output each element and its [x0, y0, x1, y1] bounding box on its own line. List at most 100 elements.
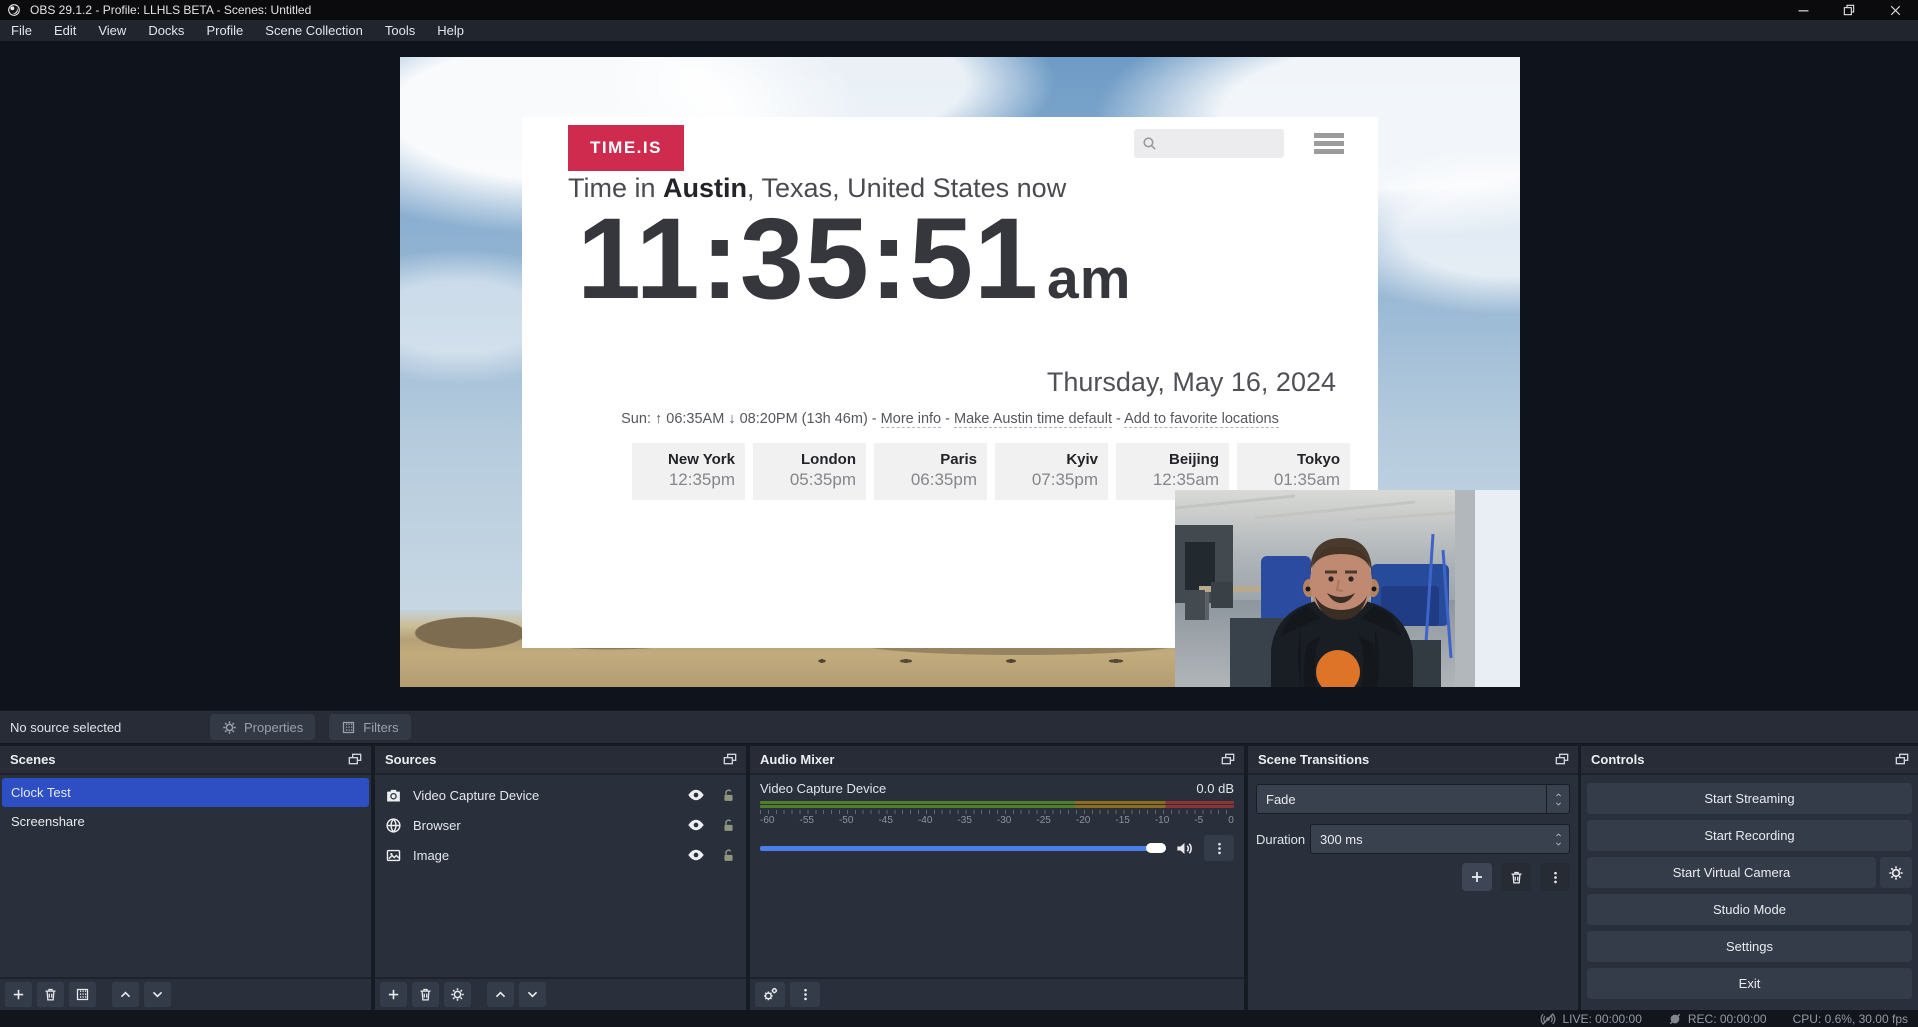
- start-virtual-camera-button[interactable]: Start Virtual Camera: [1587, 857, 1876, 888]
- source-properties-button[interactable]: [444, 982, 471, 1007]
- mixer-channel-menu-button[interactable]: [1204, 835, 1234, 861]
- menu-tools[interactable]: Tools: [374, 20, 426, 41]
- popout-icon[interactable]: [1894, 752, 1910, 768]
- eye-icon[interactable]: [687, 846, 705, 864]
- menu-view[interactable]: View: [87, 20, 137, 41]
- timeis-search-box: [1134, 129, 1284, 158]
- chevron-up-icon: [493, 987, 508, 1002]
- timeis-date: Thursday, May 16, 2024: [1047, 367, 1336, 398]
- vu-meter-ticks: [760, 810, 1234, 814]
- start-recording-button[interactable]: Start Recording: [1587, 820, 1912, 851]
- remove-scene-button[interactable]: [37, 982, 64, 1007]
- popout-icon[interactable]: [722, 752, 738, 768]
- source-row-image[interactable]: Image: [375, 840, 746, 870]
- lock-icon[interactable]: [721, 818, 736, 833]
- city-box: New York12:35pm: [632, 443, 745, 500]
- filter-icon: [341, 720, 356, 735]
- transition-select[interactable]: Fade: [1256, 784, 1570, 814]
- scene-item-clock-test[interactable]: Clock Test: [2, 778, 369, 807]
- add-transition-button[interactable]: [1462, 863, 1492, 891]
- mixer-channel: Video Capture Device 0.0 dB -60-55-50-45…: [750, 775, 1244, 861]
- add-favorite-link: Add to favorite locations: [1124, 411, 1279, 428]
- program-canvas[interactable]: TIME.IS Time in Austin, Texas, United St…: [400, 57, 1520, 687]
- scenes-title: Scenes: [10, 752, 56, 767]
- add-source-button[interactable]: [380, 982, 407, 1007]
- volume-slider-handle[interactable]: [1146, 843, 1166, 853]
- live-status: LIVE: 00:00:00: [1540, 1011, 1641, 1027]
- scene-list: Clock Test Screenshare: [0, 775, 371, 839]
- move-scene-down-button[interactable]: [144, 982, 171, 1007]
- virtual-camera-settings-button[interactable]: [1880, 857, 1912, 888]
- remove-transition-button[interactable]: [1501, 863, 1531, 891]
- popout-icon[interactable]: [1554, 752, 1570, 768]
- add-scene-button[interactable]: [5, 982, 32, 1007]
- menu-help[interactable]: Help: [426, 20, 475, 41]
- vu-meter-right: [760, 805, 1234, 808]
- controls-header: Controls: [1581, 746, 1918, 775]
- advanced-audio-button[interactable]: [755, 982, 785, 1007]
- speaker-icon[interactable]: [1175, 839, 1194, 858]
- trash-icon: [1509, 870, 1524, 885]
- duration-label: Duration: [1256, 832, 1310, 847]
- webcam-overlay: [1175, 490, 1520, 687]
- trash-icon: [418, 987, 433, 1002]
- scenes-header: Scenes: [0, 746, 371, 775]
- restore-button[interactable]: [1826, 0, 1872, 20]
- audio-mixer-header: Audio Mixer: [750, 746, 1244, 775]
- window-controls: [1780, 0, 1918, 20]
- gear-icon: [1888, 865, 1904, 881]
- scene-filters-button[interactable]: [69, 982, 96, 1007]
- record-inactive-icon: [1668, 1012, 1682, 1026]
- popout-icon[interactable]: [347, 752, 363, 768]
- audio-mixer-title: Audio Mixer: [760, 752, 834, 767]
- start-streaming-button[interactable]: Start Streaming: [1587, 783, 1912, 814]
- transition-menu-button[interactable]: [1540, 863, 1570, 891]
- eye-icon[interactable]: [687, 786, 705, 804]
- popout-icon[interactable]: [1220, 752, 1236, 768]
- city-box: Kyiv07:35pm: [995, 443, 1108, 500]
- plus-icon: [1469, 869, 1485, 885]
- title-bar: OBS 29.1.2 - Profile: LLHLS BETA - Scene…: [0, 0, 1918, 20]
- duration-spinner-arrows[interactable]: [1547, 831, 1569, 848]
- gear-icon: [222, 720, 237, 735]
- cpu-fps-status: CPU: 0.6%, 30.00 fps: [1793, 1012, 1908, 1026]
- vu-meter-scale: -60-55-50-45-40-35-30-25-20-15-10-50: [760, 815, 1234, 826]
- source-toolbar: No source selected Properties Filters: [0, 710, 1918, 744]
- chevron-up-icon: [1553, 831, 1564, 839]
- move-source-up-button[interactable]: [487, 982, 514, 1007]
- properties-button[interactable]: Properties: [210, 714, 315, 740]
- menu-edit[interactable]: Edit: [43, 20, 87, 41]
- menu-profile[interactable]: Profile: [195, 20, 254, 41]
- lock-icon[interactable]: [721, 848, 736, 863]
- kebab-menu-icon: [1212, 841, 1227, 856]
- transition-select-arrows[interactable]: [1547, 791, 1569, 808]
- menu-file[interactable]: File: [0, 20, 43, 41]
- rec-status: REC: 00:00:00: [1668, 1012, 1767, 1026]
- menu-scene-collection[interactable]: Scene Collection: [254, 20, 374, 41]
- eye-icon[interactable]: [687, 816, 705, 834]
- image-icon: [385, 847, 402, 864]
- mixer-db-value: 0.0 dB: [1196, 781, 1234, 796]
- source-row-browser[interactable]: Browser: [375, 810, 746, 840]
- timeis-clock: 11:35:51am: [577, 193, 1131, 325]
- selection-status: No source selected: [10, 720, 210, 735]
- remove-source-button[interactable]: [412, 982, 439, 1007]
- move-scene-up-button[interactable]: [112, 982, 139, 1007]
- scene-item-screenshare[interactable]: Screenshare: [2, 807, 369, 836]
- studio-mode-button[interactable]: Studio Mode: [1587, 894, 1912, 925]
- source-row-video-capture[interactable]: Video Capture Device: [375, 780, 746, 810]
- mixer-menu-button[interactable]: [790, 982, 820, 1007]
- lock-icon[interactable]: [721, 788, 736, 803]
- settings-button[interactable]: Settings: [1587, 931, 1912, 962]
- filters-button[interactable]: Filters: [329, 714, 410, 740]
- volume-slider[interactable]: [760, 846, 1166, 851]
- filter-icon: [75, 987, 90, 1002]
- exit-button[interactable]: Exit: [1587, 968, 1912, 999]
- minimize-button[interactable]: [1780, 0, 1826, 20]
- menu-docks[interactable]: Docks: [137, 20, 195, 41]
- close-button[interactable]: [1872, 0, 1918, 20]
- duration-input[interactable]: 300 ms: [1310, 824, 1570, 854]
- mixer-toolbar: [750, 977, 1244, 1010]
- hamburger-icon: [1314, 133, 1344, 157]
- move-source-down-button[interactable]: [519, 982, 546, 1007]
